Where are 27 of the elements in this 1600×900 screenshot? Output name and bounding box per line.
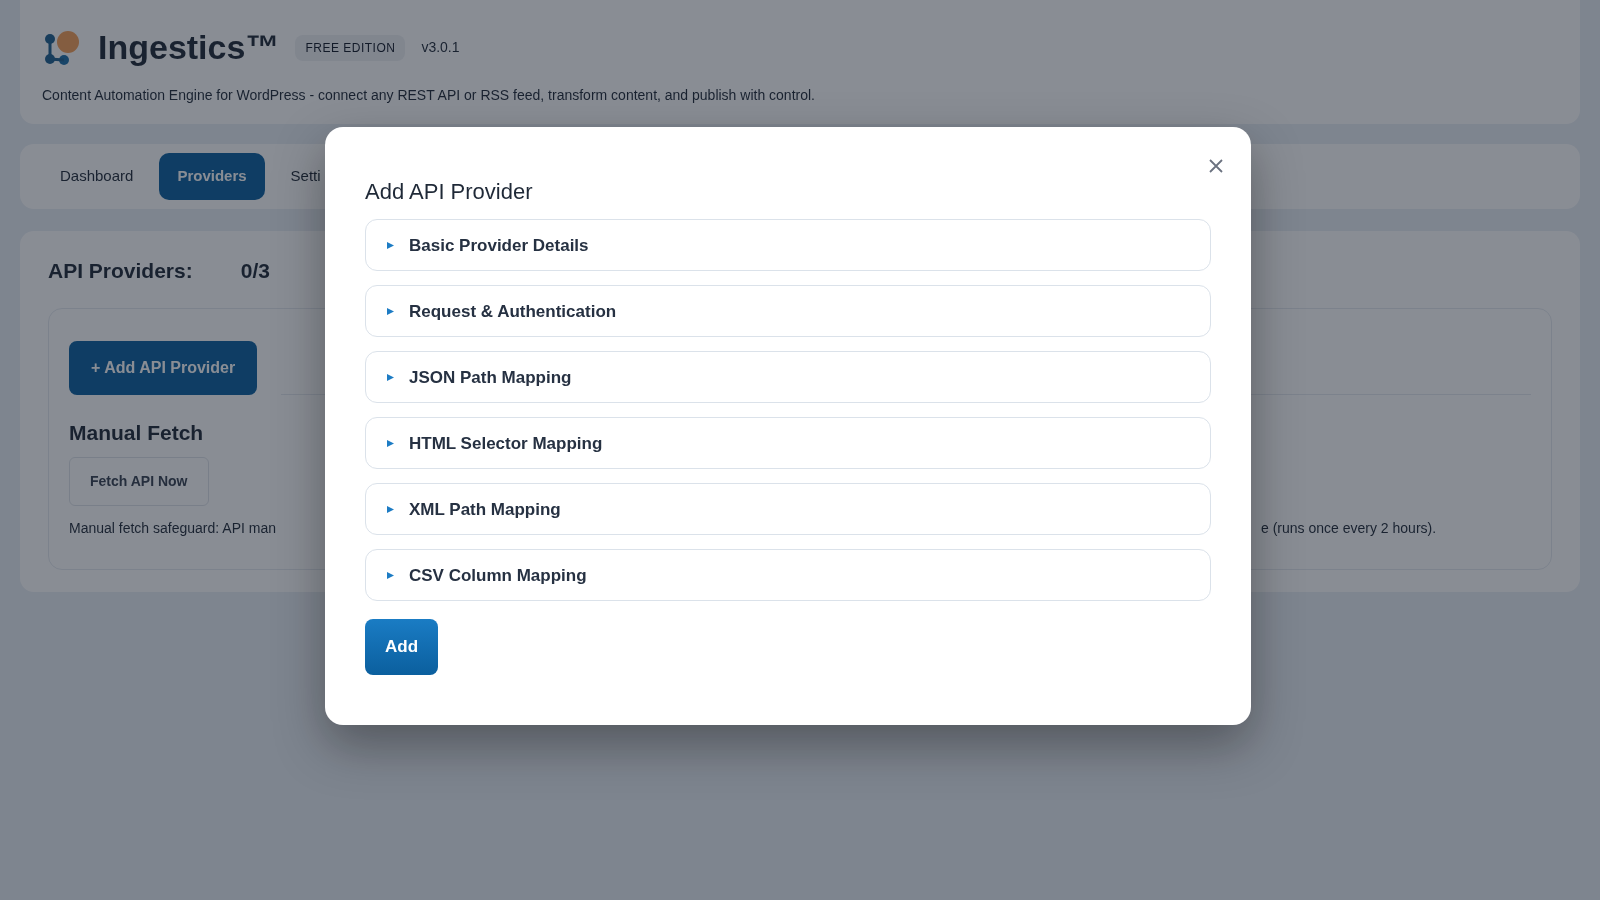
nav-tab[interactable]: Setti xyxy=(272,153,321,200)
caret-icon xyxy=(386,372,395,382)
caret-icon xyxy=(386,438,395,448)
accordion-header[interactable]: Basic Provider Details xyxy=(365,219,1211,272)
nav-tab[interactable]: Dashboard xyxy=(42,153,152,200)
logo-icon xyxy=(42,28,82,67)
accordion-header[interactable]: JSON Path Mapping xyxy=(365,351,1211,404)
tagline: Content Automation Engine for WordPress - connect any REST API or RSS feed, transform content, and publish with control. xyxy=(42,86,816,105)
caret-icon xyxy=(386,240,395,250)
accordion-header[interactable]: HTML Selector Mapping xyxy=(365,417,1211,470)
caret-icon xyxy=(386,570,395,580)
caret-icon xyxy=(386,504,395,514)
dialog-title: Add API Provider xyxy=(365,179,534,206)
app-title: Ingestics™ xyxy=(98,27,280,68)
accordion-header[interactable]: Request & Authentication xyxy=(365,285,1211,338)
edition-badge: FREE EDITION xyxy=(295,34,406,61)
note-text: Manual fetch safeguard: API man xyxy=(69,518,276,538)
section-heading: Manual Fetch xyxy=(69,420,204,446)
note-text: e (runs once every 2 hours). xyxy=(1261,518,1437,538)
add-button[interactable]: Add xyxy=(365,619,439,675)
provider-count: 0/3 xyxy=(240,257,270,284)
caret-icon xyxy=(386,306,395,316)
section-heading: API Providers: xyxy=(48,257,193,284)
accordion-header[interactable]: CSV Column Mapping xyxy=(365,549,1211,602)
fetch-button[interactable]: Fetch API Now xyxy=(69,456,209,506)
accordion-header[interactable]: XML Path Mapping xyxy=(365,483,1211,536)
version-label: v3.0.1 xyxy=(421,38,460,57)
